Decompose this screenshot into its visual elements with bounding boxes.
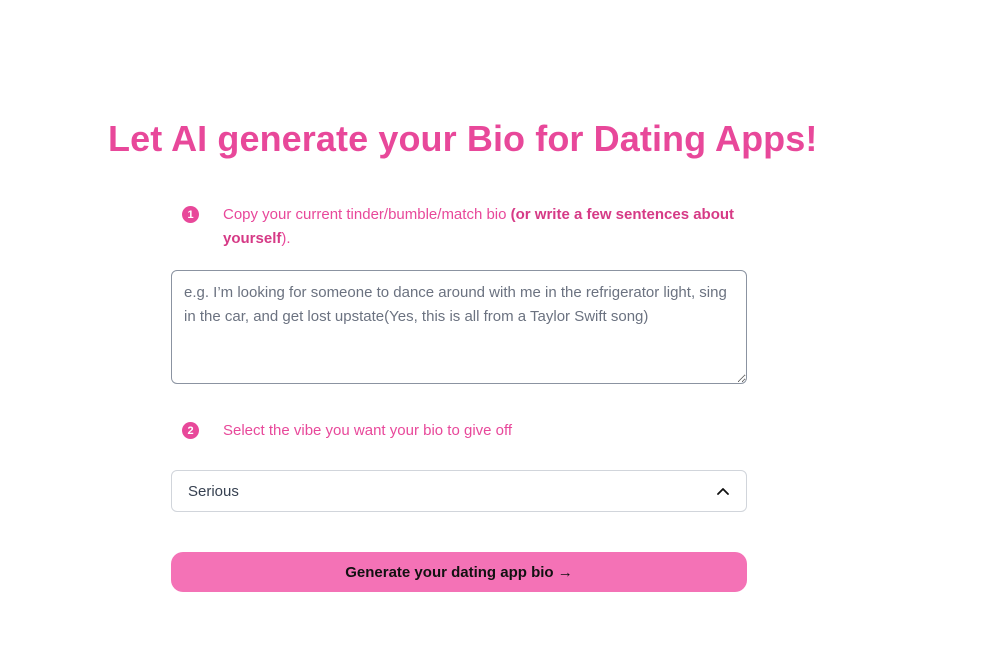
step-2-badge-icon: 2 (182, 422, 199, 439)
step-1-text-end: ). (281, 230, 291, 247)
bio-input[interactable] (171, 270, 747, 384)
page: Let AI generate your Bio for Dating Apps… (0, 0, 988, 670)
generate-bio-button[interactable]: Generate your dating app bio → (171, 552, 747, 592)
step-1-instruction: Copy your current tinder/bumble/match bi… (223, 203, 742, 251)
vibe-select[interactable]: Serious (171, 470, 747, 512)
vibe-select-value: Serious (188, 482, 239, 500)
step-1: 1 Copy your current tinder/bumble/match … (182, 203, 742, 251)
page-title: Let AI generate your Bio for Dating Apps… (108, 118, 818, 159)
generate-bio-button-label: Generate your dating app bio → (345, 563, 573, 581)
chevron-up-icon (716, 484, 730, 498)
step-2: 2 Select the vibe you want your bio to g… (182, 419, 742, 443)
step-2-instruction: Select the vibe you want your bio to giv… (223, 422, 513, 439)
step-1-badge-icon: 1 (182, 206, 199, 223)
step-1-text-main: Copy your current tinder/bumble/match bi… (223, 206, 511, 223)
